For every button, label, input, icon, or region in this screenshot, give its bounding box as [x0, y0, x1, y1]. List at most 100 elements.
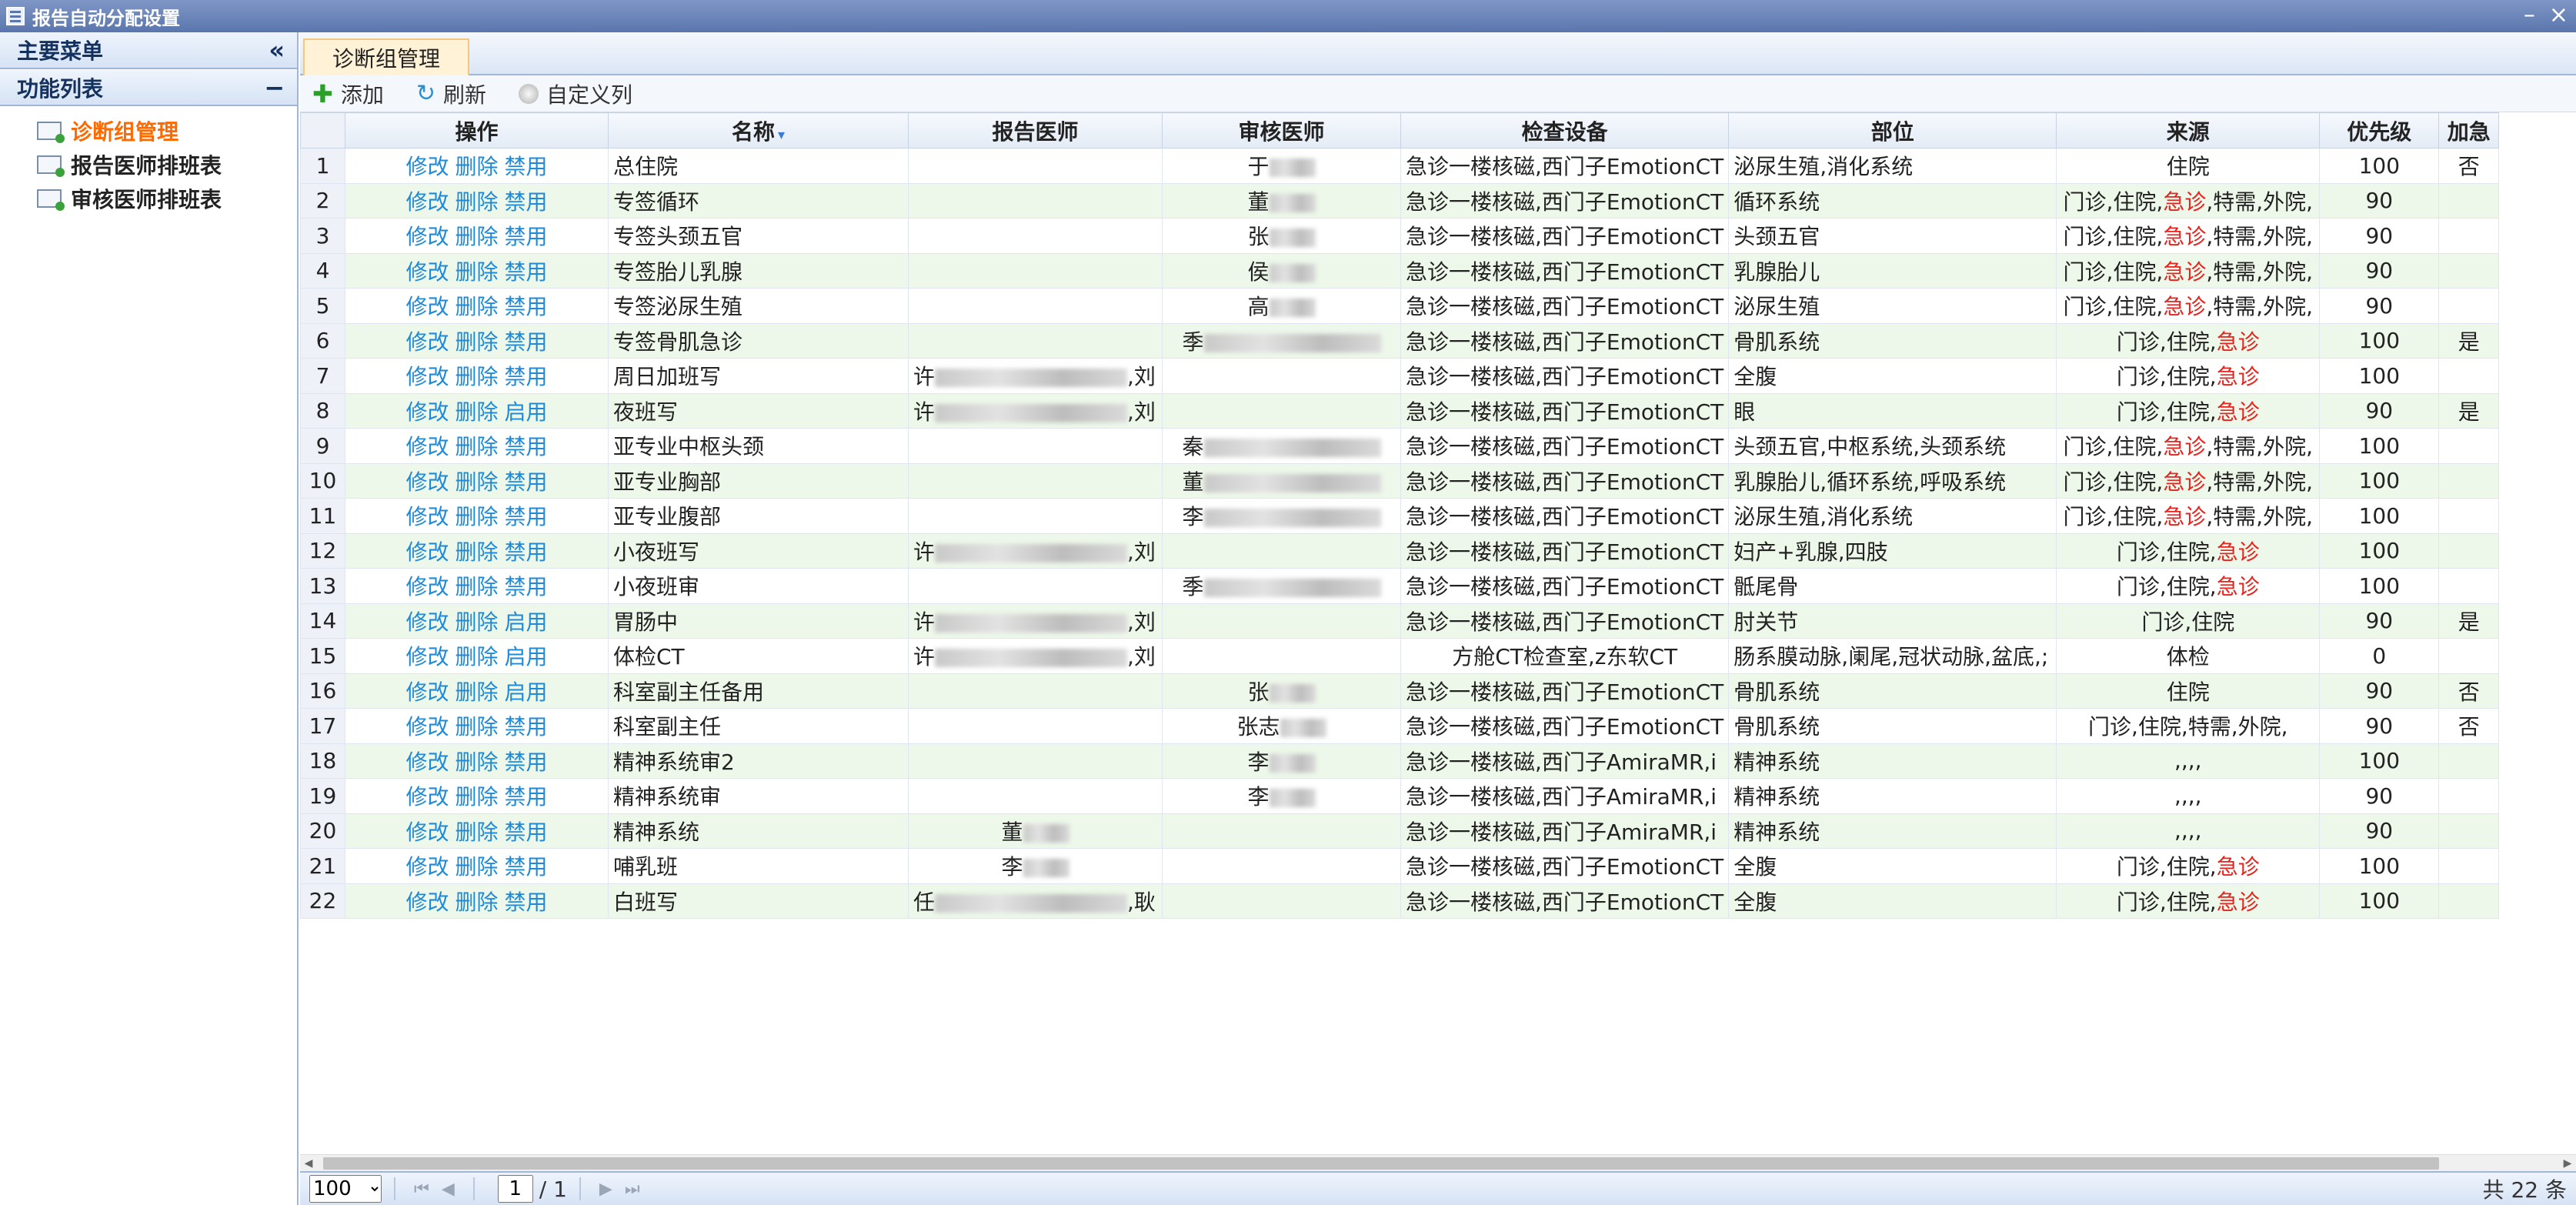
table-row[interactable]: 10修改删除禁用亚专业胸部董董急诊一楼核磁,西门子EmotionCT乳腺胎儿,循… — [300, 462, 2500, 499]
toggle-link[interactable]: 禁用 — [505, 890, 548, 915]
edit-link[interactable]: 修改 — [405, 539, 449, 565]
table-row[interactable]: 9修改删除禁用亚专业中枢头颈秦秦急诊一楼核磁,西门子EmotionCT头颈五官,… — [300, 428, 2500, 464]
delete-link[interactable]: 删除 — [455, 539, 498, 565]
table-row[interactable]: 13修改删除禁用小夜班审季季急诊一楼核磁,西门子EmotionCT骶尾骨门诊,住… — [300, 568, 2500, 604]
edit-link[interactable]: 修改 — [405, 364, 449, 389]
sidebar-item-2[interactable]: 审核医师排班表 — [0, 182, 297, 215]
toggle-link[interactable]: 启用 — [505, 609, 548, 635]
collapse-section-icon[interactable]: − — [264, 73, 285, 102]
edit-link[interactable]: 修改 — [405, 504, 449, 529]
toggle-link[interactable]: 禁用 — [505, 434, 548, 459]
delete-link[interactable]: 删除 — [455, 609, 498, 635]
table-row[interactable]: 11修改删除禁用亚专业腹部李李急诊一楼核磁,西门子EmotionCT泌尿生殖,消… — [300, 498, 2500, 534]
edit-link[interactable]: 修改 — [405, 784, 449, 809]
delete-link[interactable]: 删除 — [455, 259, 498, 285]
sort-desc-icon[interactable]: ▾ — [778, 127, 785, 143]
column-header[interactable]: 审核医师 — [1162, 112, 1401, 149]
sidebar-item-0[interactable]: 诊断组管理 — [0, 114, 297, 148]
column-header[interactable]: 来源 — [2056, 112, 2321, 149]
tab-diagnosis-group[interactable]: 诊断组管理 — [303, 38, 469, 75]
delete-link[interactable]: 删除 — [455, 399, 498, 425]
edit-link[interactable]: 修改 — [405, 854, 449, 880]
toggle-link[interactable]: 禁用 — [505, 469, 548, 495]
edit-link[interactable]: 修改 — [405, 644, 449, 669]
edit-link[interactable]: 修改 — [405, 259, 449, 285]
toggle-link[interactable]: 启用 — [505, 399, 548, 425]
table-row[interactable]: 1修改删除禁用总住院于于急诊一楼核磁,西门子EmotionCT泌尿生殖,消化系统… — [300, 148, 2500, 184]
table-row[interactable]: 21修改删除禁用哺乳班李李急诊一楼核磁,西门子EmotionCT全腹门诊,住院,… — [300, 848, 2500, 884]
table-row[interactable]: 4修改删除禁用专签胎儿乳腺侯侯急诊一楼核磁,西门子EmotionCT乳腺胎儿门诊… — [300, 252, 2500, 289]
delete-link[interactable]: 删除 — [455, 890, 498, 915]
custom-columns-button[interactable]: 自定义列 — [518, 78, 632, 109]
last-page-icon[interactable]: ⏭ — [625, 1180, 640, 1199]
table-row[interactable]: 15修改删除启用体检CT许,刘许,刘方舱CT检查室,z东软CT肠系膜动脉,阑尾,… — [300, 638, 2500, 674]
edit-link[interactable]: 修改 — [405, 294, 449, 319]
prev-page-icon[interactable]: ◀ — [442, 1180, 455, 1199]
collapse-sidebar-icon[interactable]: « — [269, 35, 285, 65]
column-header[interactable]: 部位 — [1728, 112, 2057, 149]
column-header[interactable]: 报告医师 — [908, 112, 1163, 149]
delete-link[interactable]: 删除 — [455, 224, 498, 249]
delete-link[interactable]: 删除 — [455, 819, 498, 845]
toggle-link[interactable]: 启用 — [505, 679, 548, 705]
edit-link[interactable]: 修改 — [405, 189, 449, 215]
edit-link[interactable]: 修改 — [405, 679, 449, 705]
first-page-icon[interactable]: ⏮ — [414, 1180, 429, 1199]
delete-link[interactable]: 删除 — [455, 329, 498, 355]
edit-link[interactable]: 修改 — [405, 609, 449, 635]
toggle-link[interactable]: 启用 — [505, 644, 548, 669]
scrollbar-thumb[interactable] — [323, 1157, 2439, 1170]
page-number-input[interactable] — [497, 1175, 533, 1203]
edit-link[interactable]: 修改 — [405, 749, 449, 775]
toggle-link[interactable]: 禁用 — [505, 329, 548, 355]
toggle-link[interactable]: 禁用 — [505, 854, 548, 880]
edit-link[interactable]: 修改 — [405, 154, 449, 179]
toggle-link[interactable]: 禁用 — [505, 749, 548, 775]
page-size-select[interactable]: 102050100 — [309, 1175, 382, 1203]
toggle-link[interactable]: 禁用 — [505, 714, 548, 739]
table-row[interactable]: 22修改删除禁用白班写任,耿任,耿急诊一楼核磁,西门子EmotionCT全腹门诊… — [300, 883, 2500, 919]
delete-link[interactable]: 删除 — [455, 504, 498, 529]
delete-link[interactable]: 删除 — [455, 364, 498, 389]
table-row[interactable]: 16修改删除启用科室副主任备用张张急诊一楼核磁,西门子EmotionCT骨肌系统… — [300, 673, 2500, 709]
delete-link[interactable]: 删除 — [455, 679, 498, 705]
toggle-link[interactable]: 禁用 — [505, 819, 548, 845]
toggle-link[interactable]: 禁用 — [505, 294, 548, 319]
toggle-link[interactable]: 禁用 — [505, 539, 548, 565]
delete-link[interactable]: 删除 — [455, 154, 498, 179]
next-page-icon[interactable]: ▶ — [599, 1180, 612, 1199]
table-row[interactable]: 17修改删除禁用科室副主任张志张志急诊一楼核磁,西门子EmotionCT骨肌系统… — [300, 708, 2500, 744]
toggle-link[interactable]: 禁用 — [505, 259, 548, 285]
toggle-link[interactable]: 禁用 — [505, 784, 548, 809]
edit-link[interactable]: 修改 — [405, 574, 449, 599]
column-header[interactable]: 名称 ▾ — [608, 112, 909, 149]
delete-link[interactable]: 删除 — [455, 854, 498, 880]
scroll-right-icon[interactable]: ▶ — [2559, 1155, 2576, 1172]
toggle-link[interactable]: 禁用 — [505, 364, 548, 389]
table-row[interactable]: 3修改删除禁用专签头颈五官张张急诊一楼核磁,西门子EmotionCT头颈五官门诊… — [300, 218, 2500, 254]
table-row[interactable]: 14修改删除启用胃肠中许,刘许,刘急诊一楼核磁,西门子EmotionCT肘关节门… — [300, 602, 2500, 639]
toggle-link[interactable]: 禁用 — [505, 224, 548, 249]
delete-link[interactable]: 删除 — [455, 574, 498, 599]
edit-link[interactable]: 修改 — [405, 819, 449, 845]
toggle-link[interactable]: 禁用 — [505, 574, 548, 599]
delete-link[interactable]: 删除 — [455, 784, 498, 809]
table-row[interactable]: 19修改删除禁用精神系统审李李急诊一楼核磁,西门子AmiraMR,i精神系统,,… — [300, 778, 2500, 814]
delete-link[interactable]: 删除 — [455, 714, 498, 739]
toggle-link[interactable]: 禁用 — [505, 504, 548, 529]
edit-link[interactable]: 修改 — [405, 224, 449, 249]
minimize-icon[interactable]: – — [2524, 2, 2535, 28]
close-icon[interactable]: × — [2549, 2, 2568, 28]
delete-link[interactable]: 删除 — [455, 434, 498, 459]
delete-link[interactable]: 删除 — [455, 644, 498, 669]
column-header[interactable]: 操作 — [345, 112, 609, 149]
edit-link[interactable]: 修改 — [405, 714, 449, 739]
scroll-left-icon[interactable]: ◀ — [300, 1155, 317, 1172]
delete-link[interactable]: 删除 — [455, 749, 498, 775]
table-row[interactable]: 18修改删除禁用精神系统审2李李急诊一楼核磁,西门子AmiraMR,i精神系统,… — [300, 743, 2500, 779]
table-row[interactable]: 6修改删除禁用专签骨肌急诊季季急诊一楼核磁,西门子EmotionCT骨肌系统门诊… — [300, 322, 2500, 359]
sidebar-item-1[interactable]: 报告医师排班表 — [0, 148, 297, 182]
toggle-link[interactable]: 禁用 — [505, 154, 548, 179]
add-button[interactable]: ✚ 添加 — [312, 78, 384, 109]
table-row[interactable]: 12修改删除禁用小夜班写许,刘许,刘急诊一楼核磁,西门子EmotionCT妇产+… — [300, 532, 2500, 569]
